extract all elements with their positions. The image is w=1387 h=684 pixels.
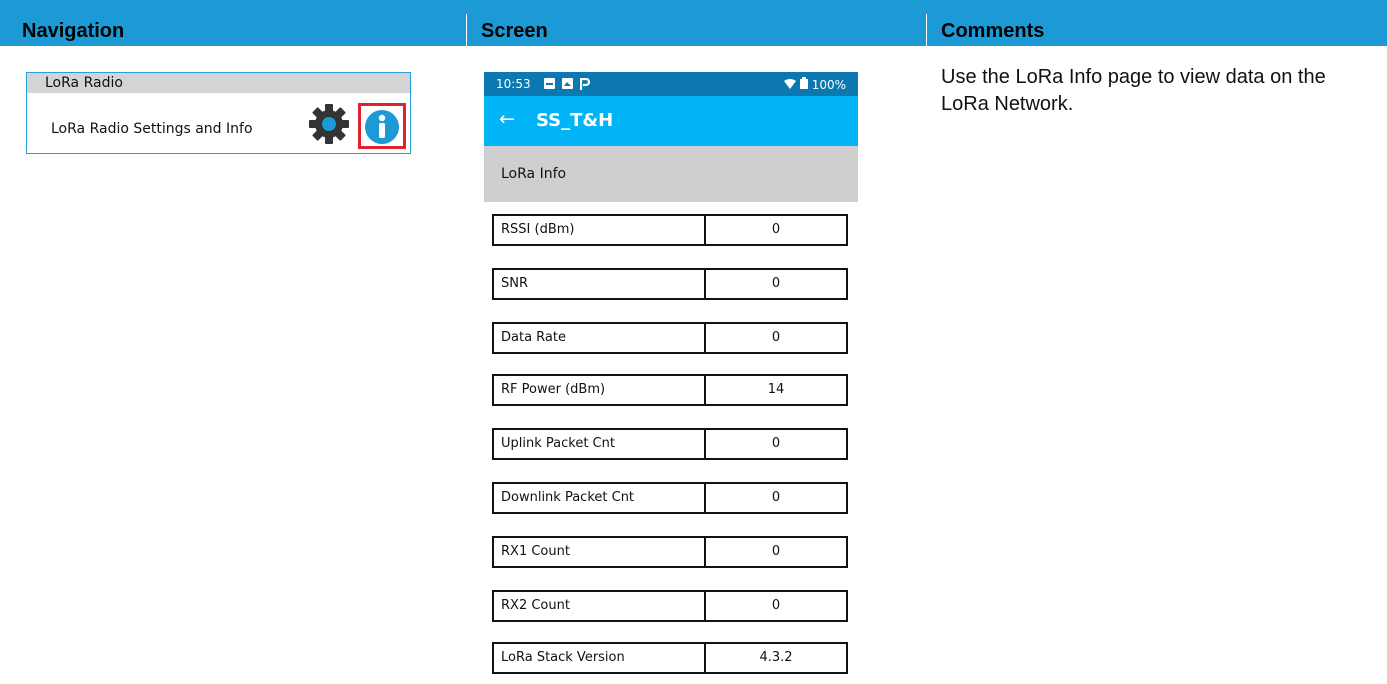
wifi-icon	[784, 79, 797, 89]
battery-percent: 100%	[811, 78, 846, 92]
comment-text: Use the LoRa Info page to view data on t…	[941, 66, 1326, 115]
header-screen: Screen	[481, 20, 548, 42]
info-row-label: LoRa Stack Version	[492, 642, 706, 674]
info-row-label: RSSI (dBm)	[492, 214, 706, 246]
table-header: Navigation Screen Comments	[0, 0, 1387, 46]
app-title: SS_T&H	[536, 110, 614, 131]
battery-icon	[799, 77, 808, 89]
info-row-label: Downlink Packet Cnt	[492, 482, 706, 514]
gear-icon[interactable]	[308, 103, 350, 145]
info-row-value: 0	[706, 536, 848, 568]
info-row: RF Power (dBm) 14	[492, 374, 848, 406]
info-row-value: 4.3.2	[706, 642, 848, 674]
nav-card: LoRa Radio LoRa Radio Settings and Info	[26, 72, 411, 154]
nav-card-item-label[interactable]: LoRa Radio Settings and Info	[51, 121, 253, 137]
info-row: RSSI (dBm) 0	[492, 214, 848, 246]
nav-card-title: LoRa Radio	[27, 73, 410, 93]
header-divider	[466, 14, 467, 46]
phone-screen: 10:53 100% ← SS_T&H LoRa Info RSSI (dBm)	[484, 72, 858, 684]
info-row-label: RX1 Count	[492, 536, 706, 568]
status-bar: 10:53 100%	[484, 72, 858, 96]
section-title: LoRa Info	[501, 166, 567, 182]
info-row-value: 0	[706, 268, 848, 300]
info-row-value: 14	[706, 374, 848, 406]
info-row: Data Rate 0	[492, 322, 848, 354]
info-row-value: 0	[706, 590, 848, 622]
header-navigation: Navigation	[22, 20, 125, 42]
info-icon	[365, 110, 399, 144]
app-bar: ← SS_T&H	[484, 96, 858, 146]
info-row-value: 0	[706, 482, 848, 514]
p-icon	[580, 78, 590, 90]
info-row-label: SNR	[492, 268, 706, 300]
info-row: LoRa Stack Version 4.3.2	[492, 642, 848, 674]
header-divider	[926, 14, 927, 46]
image-icon	[562, 78, 573, 89]
header-comments: Comments	[941, 20, 1045, 42]
info-button-highlight[interactable]	[358, 103, 406, 149]
info-row: Uplink Packet Cnt 0	[492, 428, 848, 460]
info-row-label: RX2 Count	[492, 590, 706, 622]
info-row: SNR 0	[492, 268, 848, 300]
back-arrow-icon[interactable]: ←	[499, 108, 515, 130]
info-row-label: RF Power (dBm)	[492, 374, 706, 406]
notification-icon	[544, 78, 555, 89]
info-row-label: Uplink Packet Cnt	[492, 428, 706, 460]
info-row-label: Data Rate	[492, 322, 706, 354]
info-row: RX2 Count 0	[492, 590, 848, 622]
info-row-value: 0	[706, 214, 848, 246]
info-list: RSSI (dBm) 0 SNR 0 Data Rate 0 RF Power …	[484, 202, 858, 684]
info-row-value: 0	[706, 322, 848, 354]
status-time: 10:53	[496, 77, 531, 91]
info-row: RX1 Count 0	[492, 536, 848, 568]
section-header: LoRa Info	[484, 146, 858, 202]
info-row: Downlink Packet Cnt 0	[492, 482, 848, 514]
status-right: 100%	[784, 77, 846, 92]
info-row-value: 0	[706, 428, 848, 460]
